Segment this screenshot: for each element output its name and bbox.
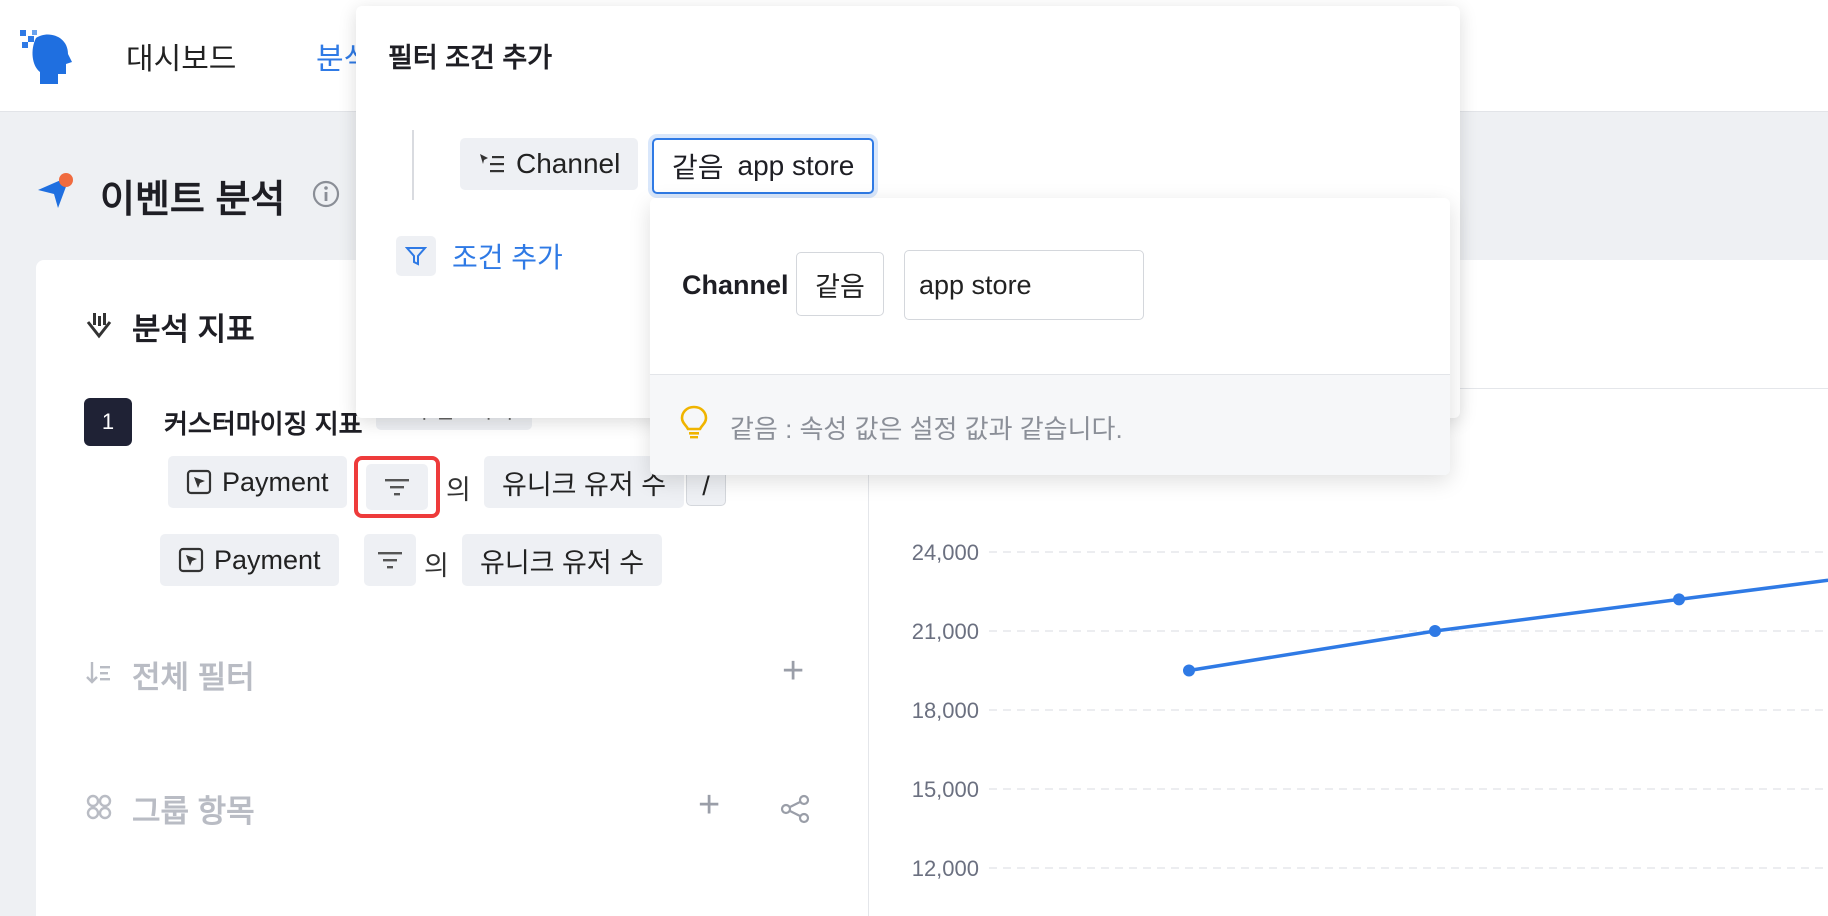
numerator-of-text: 의 bbox=[446, 475, 471, 505]
editor-value-input[interactable]: app store bbox=[904, 250, 1144, 320]
data-point[interactable] bbox=[1183, 664, 1195, 677]
y-tick-label: 12,000 bbox=[912, 856, 979, 881]
lightbulb-icon bbox=[680, 405, 708, 439]
highlight-box bbox=[354, 456, 440, 518]
y-tick-label: 24,000 bbox=[912, 540, 979, 565]
editor-operator-select[interactable]: 같음 bbox=[796, 252, 884, 316]
popover-title: 필터 조건 추가 bbox=[388, 43, 553, 73]
y-tick-label: 15,000 bbox=[912, 777, 979, 802]
condition-value-label: app store bbox=[737, 150, 855, 181]
add-condition-button[interactable]: 조건 추가 bbox=[396, 234, 563, 278]
global-filter-heading: 전체 필터 bbox=[132, 660, 255, 695]
data-point[interactable] bbox=[1429, 625, 1441, 637]
condition-editor-dropdown: Channel 같음 app store 같음 : 속성 값은 설정 값과 같습… bbox=[650, 198, 1450, 475]
brain-logo-icon[interactable] bbox=[18, 28, 74, 86]
numerator-event-label: Payment bbox=[222, 466, 329, 497]
condition-operator-label: 같음 bbox=[672, 152, 724, 183]
editor-hint-text: 같음 : 속성 값은 설정 값과 같습니다. bbox=[730, 414, 1123, 444]
info-icon[interactable] bbox=[312, 180, 340, 208]
denominator-event-chip[interactable]: Payment bbox=[160, 534, 339, 586]
property-list-icon bbox=[480, 154, 504, 173]
metric-name[interactable]: 커스터마이징 지표 bbox=[164, 404, 363, 441]
metrics-icon bbox=[86, 313, 112, 339]
y-tick-label: 21,000 bbox=[912, 619, 979, 644]
denominator-filter-button[interactable] bbox=[364, 534, 416, 586]
add-global-filter-icon[interactable]: + bbox=[782, 652, 804, 690]
nav-dashboard[interactable]: 대시보드 bbox=[126, 34, 236, 78]
add-group-icon[interactable]: + bbox=[698, 786, 720, 824]
event-cursor-icon bbox=[186, 469, 212, 495]
metrics-heading: 분석 지표 bbox=[132, 312, 255, 347]
data-point[interactable] bbox=[1673, 593, 1685, 606]
denominator-of-text: 의 bbox=[424, 551, 449, 581]
filter-lines-icon bbox=[378, 552, 402, 569]
funnel-icon bbox=[396, 236, 436, 276]
event-cursor-icon bbox=[178, 547, 204, 573]
add-condition-label: 조건 추가 bbox=[452, 242, 563, 273]
condition-property-chip[interactable]: Channel bbox=[460, 138, 639, 190]
condition-tree-line bbox=[412, 130, 414, 200]
editor-property-label: Channel bbox=[682, 270, 789, 300]
sort-filter-icon bbox=[86, 662, 110, 684]
denominator-event-label: Payment bbox=[214, 544, 321, 575]
y-tick-label: 18,000 bbox=[912, 698, 979, 723]
series-line bbox=[1188, 578, 1828, 673]
denominator-measure-chip[interactable]: 유니크 유저 수 bbox=[462, 534, 663, 586]
condition-value-chip[interactable]: 같음 app store bbox=[652, 138, 875, 194]
group-icon bbox=[86, 794, 112, 820]
share-nodes-icon[interactable] bbox=[780, 794, 810, 824]
navigation-arrow-icon bbox=[38, 173, 73, 208]
editor-hint-footer: 같음 : 속성 값은 설정 값과 같습니다. bbox=[650, 374, 1450, 475]
numerator-event-chip[interactable]: Payment bbox=[168, 456, 347, 508]
group-heading: 그룹 항목 bbox=[132, 794, 255, 829]
condition-property-label: Channel bbox=[516, 148, 621, 179]
metric-index-badge: 1 bbox=[84, 398, 132, 446]
page-title: 이벤트 분석 bbox=[100, 179, 286, 221]
